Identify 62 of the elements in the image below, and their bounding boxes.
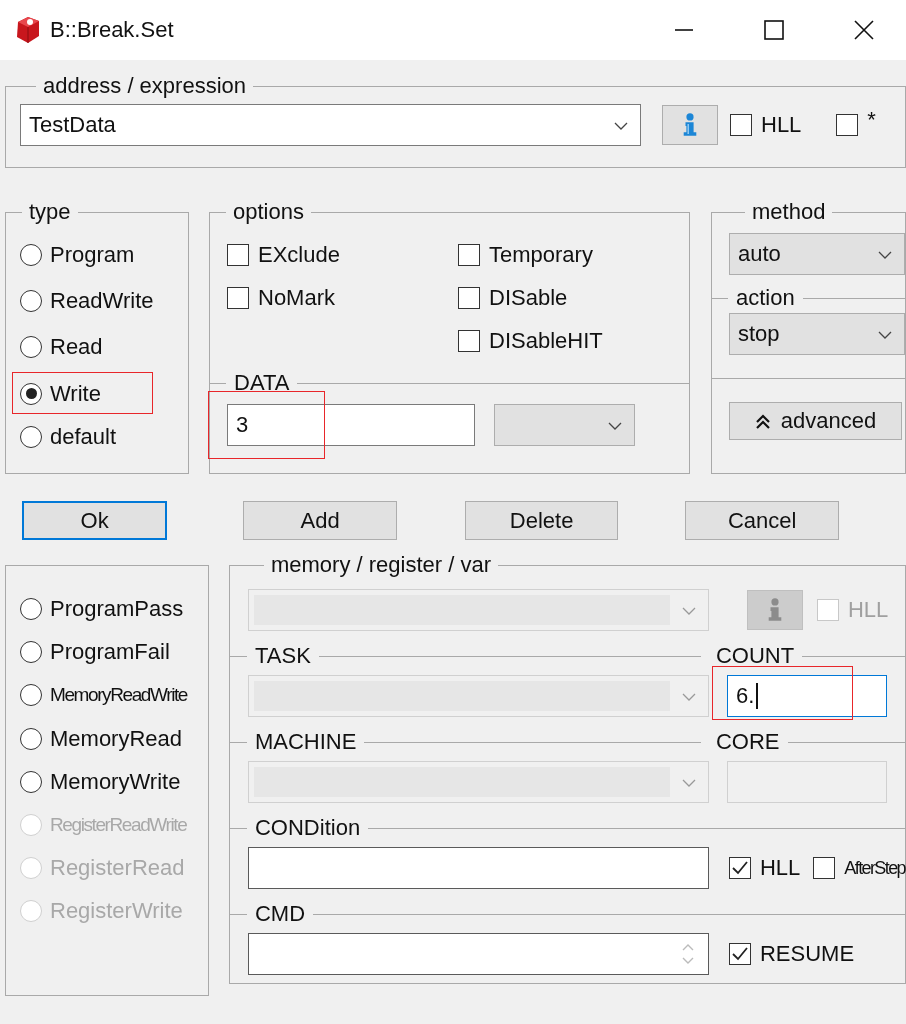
section-label: MACHINE bbox=[254, 729, 358, 755]
event-radio[interactable]: MemoryWrite bbox=[20, 767, 208, 796]
count-field[interactable]: 6. bbox=[727, 675, 887, 717]
data-field[interactable]: 3 bbox=[227, 404, 475, 446]
window-title: B::Break.Set bbox=[50, 17, 174, 43]
group-label: memory / register / var bbox=[270, 552, 493, 578]
double-chevron-up-icon bbox=[754, 413, 771, 429]
group-label: options bbox=[232, 199, 305, 225]
option-checkbox[interactable]: EXclude bbox=[227, 241, 458, 269]
group-label: address / expression bbox=[42, 73, 247, 99]
action-combo[interactable]: stop bbox=[729, 313, 905, 355]
chevron-down-icon bbox=[878, 331, 892, 339]
star-checkbox[interactable]: * bbox=[836, 114, 876, 136]
info-button[interactable] bbox=[662, 105, 718, 145]
dialog-button[interactable]: Cancel bbox=[685, 501, 839, 540]
method-combo[interactable]: auto bbox=[729, 233, 905, 275]
type-radio[interactable]: Program bbox=[20, 241, 135, 269]
data-type-combo[interactable] bbox=[494, 404, 635, 446]
option-checkbox[interactable]: DISableHIT bbox=[458, 327, 689, 355]
resume-checkbox[interactable]: RESUME bbox=[729, 941, 855, 967]
dialog-button[interactable]: Ok bbox=[22, 501, 168, 540]
section-label: CMD bbox=[254, 901, 307, 927]
dialog-button[interactable]: Delete bbox=[464, 501, 619, 540]
info-button[interactable] bbox=[747, 590, 803, 630]
option-checkbox[interactable]: DISable bbox=[458, 284, 689, 312]
chevron-down-icon bbox=[682, 607, 696, 615]
chevron-down-icon bbox=[608, 422, 622, 430]
event-radio[interactable]: ProgramFail bbox=[20, 638, 208, 667]
hll-checkbox[interactable]: HLL bbox=[729, 855, 801, 881]
type-radio[interactable]: Write bbox=[20, 379, 101, 408]
dialog-button[interactable]: Add bbox=[243, 501, 397, 540]
type-radio[interactable]: default bbox=[20, 422, 117, 451]
option-checkbox[interactable]: NoMark bbox=[227, 284, 458, 312]
type-radio[interactable]: ReadWrite bbox=[20, 287, 154, 315]
event-radio[interactable]: MemoryRead bbox=[20, 724, 208, 753]
afterstep-checkbox[interactable]: AfterStep bbox=[813, 857, 905, 879]
type-radio[interactable]: Read bbox=[20, 333, 103, 361]
chevron-down-icon bbox=[878, 251, 892, 259]
chevron-down-icon bbox=[682, 779, 696, 787]
option-checkbox[interactable]: Temporary bbox=[458, 241, 689, 269]
chevron-down-icon bbox=[614, 122, 628, 130]
section-label: COUNT bbox=[715, 643, 796, 669]
chevron-down-icon bbox=[682, 693, 696, 701]
info-icon bbox=[681, 112, 699, 138]
info-icon bbox=[766, 597, 784, 623]
app-icon bbox=[14, 16, 42, 44]
hll-checkbox[interactable]: HLL bbox=[730, 112, 802, 138]
maximize-icon[interactable] bbox=[764, 20, 784, 40]
event-radio[interactable]: MemoryReadWrite bbox=[20, 681, 208, 710]
event-radio[interactable]: ProgramPass bbox=[20, 595, 208, 623]
advanced-button[interactable]: advanced bbox=[729, 402, 902, 440]
group-label: method bbox=[751, 199, 827, 225]
address-combo[interactable]: TestData bbox=[20, 104, 641, 146]
section-label: CORE bbox=[715, 729, 781, 755]
condition-field[interactable] bbox=[248, 847, 709, 889]
section-label: TASK bbox=[254, 643, 312, 669]
section-label: action bbox=[735, 285, 796, 311]
command-field[interactable] bbox=[248, 933, 709, 975]
section-label: DATA bbox=[233, 370, 291, 396]
close-icon[interactable] bbox=[854, 20, 874, 40]
section-label: CONDition bbox=[254, 815, 362, 841]
group-label: type bbox=[28, 199, 72, 225]
